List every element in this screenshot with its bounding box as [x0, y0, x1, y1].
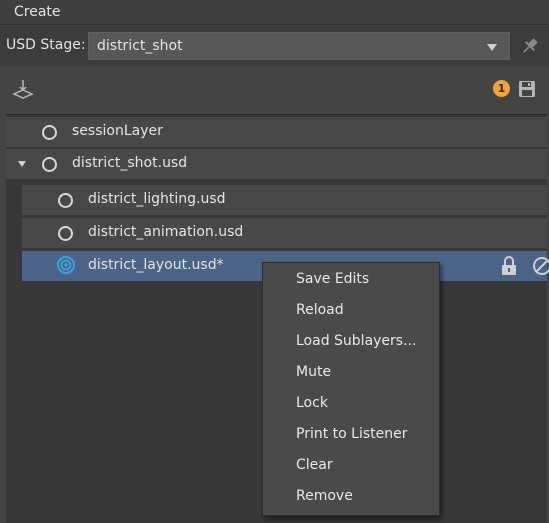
layer-label: district_lighting.usd	[88, 191, 226, 207]
menu-item-clear[interactable]: Clear	[296, 457, 333, 473]
menu-item-mute[interactable]: Mute	[296, 364, 331, 380]
layer-row-session[interactable]: sessionLayer	[6, 117, 547, 147]
menu-item-remove[interactable]: Remove	[296, 488, 353, 504]
menu-item-print-to-listener[interactable]: Print to Listener	[296, 426, 408, 442]
save-all-icon[interactable]	[517, 79, 537, 99]
layer-label: district_layout.usd*	[88, 257, 224, 273]
create-menu[interactable]: Create	[14, 4, 61, 20]
dropdown-arrow-icon	[487, 44, 497, 51]
layer-label: sessionLayer	[72, 123, 163, 139]
menu-item-reload[interactable]: Reload	[296, 302, 344, 318]
menu-item-save-edits[interactable]: Save Edits	[296, 271, 369, 287]
new-layer-icon[interactable]	[12, 78, 34, 100]
layer-status-icon[interactable]	[42, 125, 57, 140]
edit-target-icon[interactable]	[56, 255, 76, 275]
usd-stage-dropdown[interactable]: district_shot	[88, 32, 510, 60]
menu-item-lock[interactable]: Lock	[296, 395, 328, 411]
menu-item-load-sublayers[interactable]: Load Sublayers...	[296, 333, 416, 349]
menubar: Create	[0, 0, 549, 25]
usd-stage-row: USD Stage: district_shot	[0, 26, 549, 66]
layer-status-icon[interactable]	[58, 193, 73, 208]
layer-status-icon[interactable]	[42, 157, 57, 172]
lock-icon[interactable]	[500, 255, 518, 277]
usd-stage-value: district_shot	[97, 38, 183, 54]
notification-badge[interactable]: 1	[493, 80, 510, 97]
usd-stage-label: USD Stage:	[6, 37, 86, 53]
layer-label: district_shot.usd	[72, 155, 188, 171]
layer-label: district_animation.usd	[88, 224, 244, 240]
mute-icon[interactable]	[532, 256, 549, 276]
layer-status-icon[interactable]	[58, 226, 73, 241]
layer-row-lighting[interactable]: district_lighting.usd	[22, 185, 547, 215]
collapse-arrow-icon[interactable]	[18, 161, 26, 167]
layer-row-root[interactable]: district_shot.usd	[6, 149, 547, 179]
toolbar	[0, 66, 549, 112]
layer-row-animation[interactable]: district_animation.usd	[22, 218, 547, 248]
pin-icon[interactable]	[520, 36, 540, 56]
layer-context-menu: Save Edits Reload Load Sublayers... Mute…	[262, 262, 440, 516]
